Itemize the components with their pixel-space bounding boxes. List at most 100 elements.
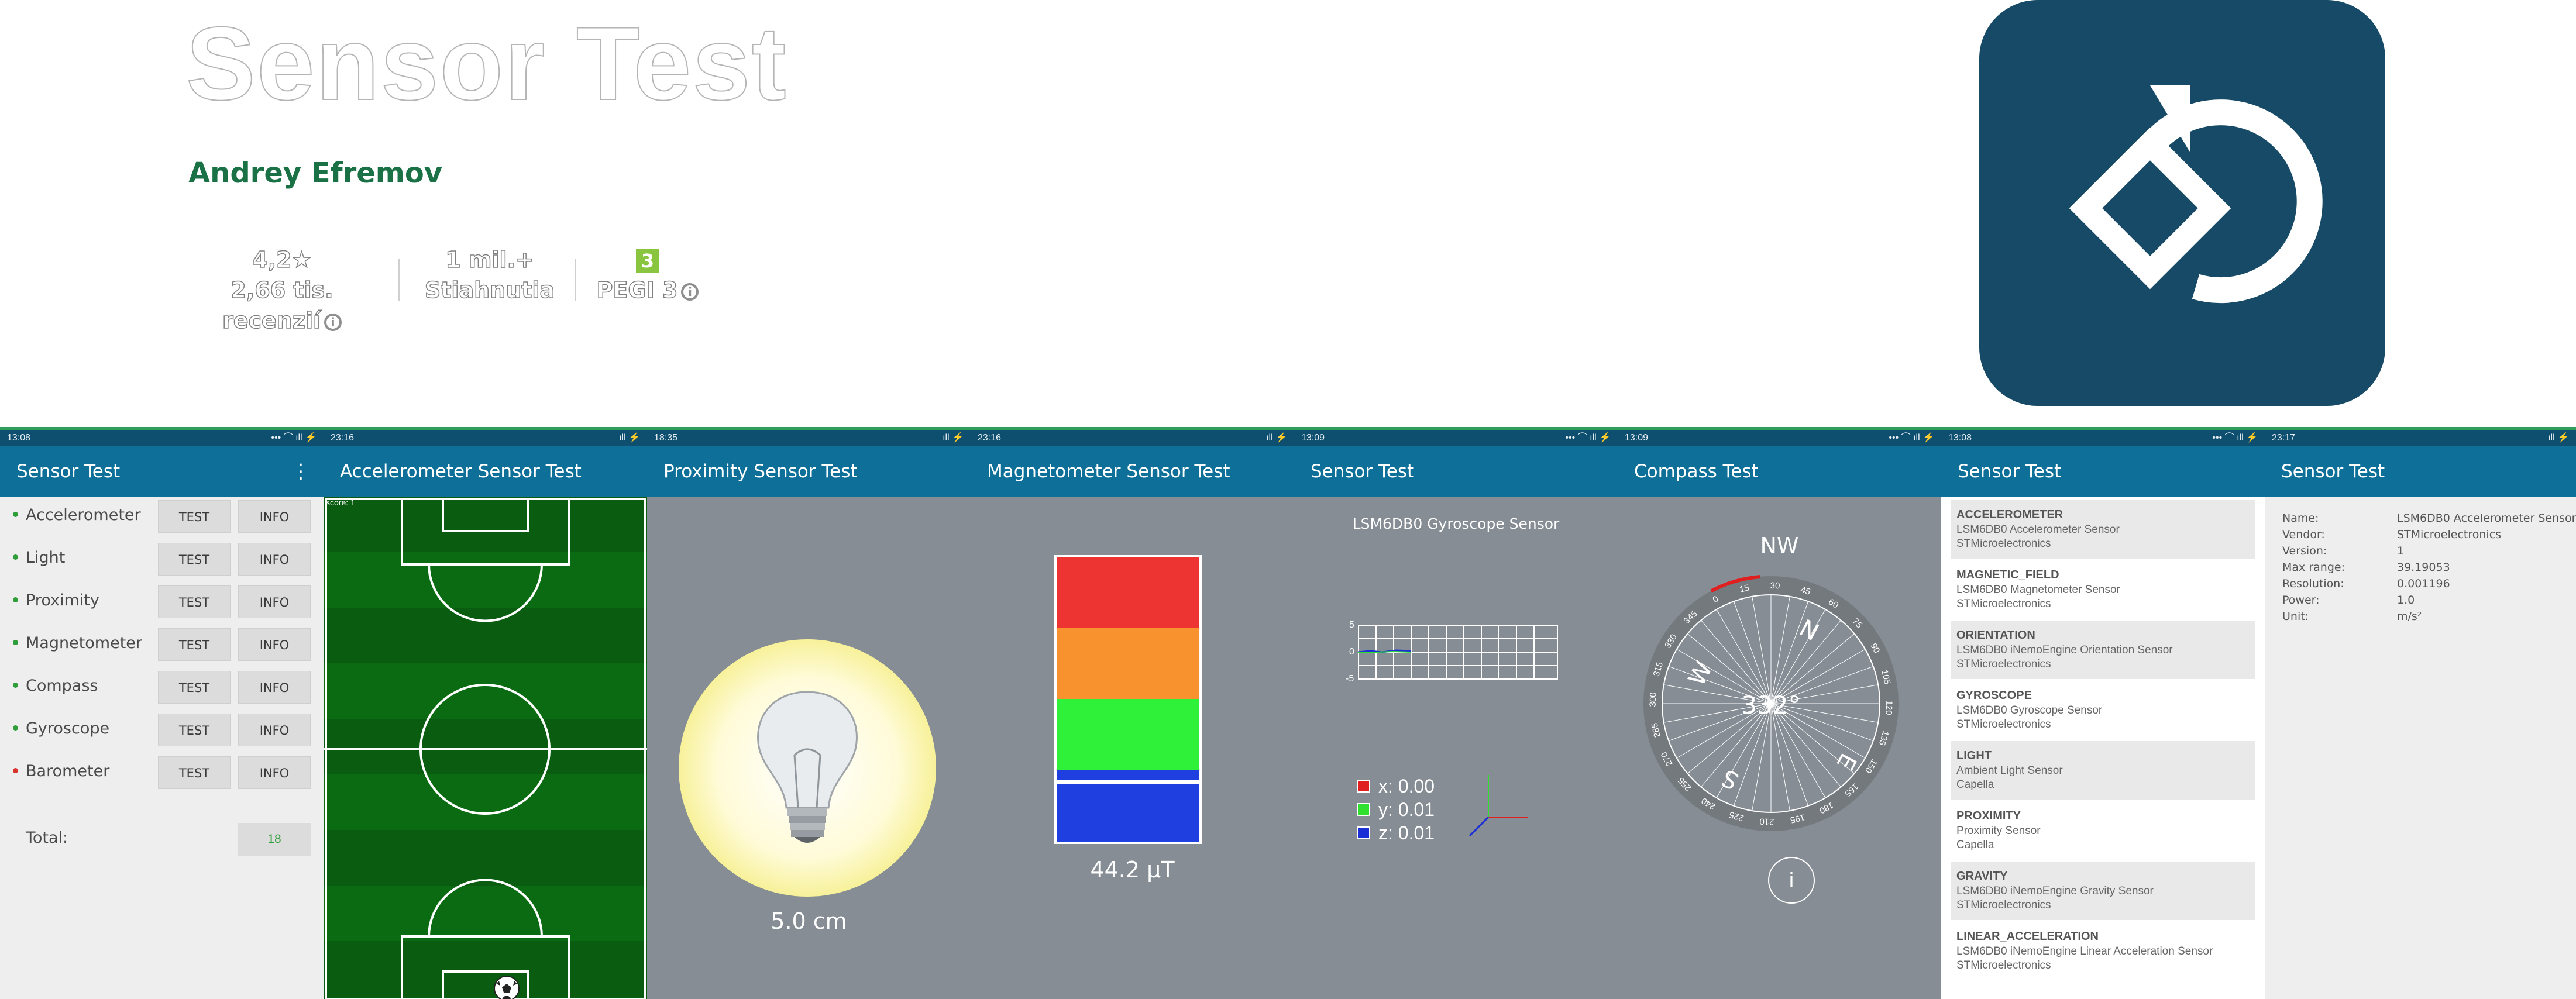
downloads-stat: 1 mil.+ Stiahnutia [419, 244, 560, 305]
screenshot-sensor-info: 23:17 ıll ⚡ Sensor Test Name: LSM6DB0 Acce… [2265, 430, 2576, 999]
sensor-name: Light [26, 549, 66, 567]
downloads-label: Stiahnutia [424, 277, 555, 304]
info-icon[interactable]: i [1768, 857, 1815, 904]
status-bar: 13:09 ••• ⌒ ıll ⚡ [1294, 430, 1618, 446]
test-button[interactable]: TEST [158, 756, 231, 789]
status-dot [13, 597, 18, 602]
sensor-card[interactable]: ACCELEROMETER LSM6DB0 Accelerometer Senso… [1951, 500, 2255, 559]
gyro-graph: 5 0 -5 [1346, 620, 1558, 684]
sensor-description: Ambient Light Sensor [1956, 764, 2063, 777]
total-label: Total: [26, 829, 68, 847]
test-button[interactable]: TEST [158, 714, 231, 746]
sensor-row: Light TEST INFO [0, 540, 324, 576]
app-bar: Accelerometer Sensor Test [324, 446, 647, 497]
axes-icon [1468, 775, 1528, 837]
info-button[interactable]: INFO [238, 628, 311, 661]
y-color-swatch [1357, 803, 1370, 816]
sensor-card[interactable]: GRAVITY LSM6DB0 iNemoEngine Gravity Senso… [1951, 862, 2255, 920]
app-bar: Magnetometer Sensor Test [971, 446, 1294, 497]
status-dot [13, 768, 18, 773]
info-icon[interactable]: i [324, 313, 342, 331]
app-bar: Sensor Test ⋮ [0, 446, 324, 497]
pegi-stat[interactable]: 3 PEGI 3i [592, 244, 703, 305]
sensor-type: GRAVITY [1956, 870, 2008, 883]
info-button[interactable]: INFO [238, 543, 311, 576]
info-value: LSM6DB0 Accelerometer Sensor [2397, 512, 2576, 525]
compass-view: NW 0 15 30 45 60 75 90 105 120 135 150 165 180 195 210… [1618, 497, 1941, 999]
sensor-card[interactable]: ORIENTATION LSM6DB0 iNemoEngine Orientati… [1951, 621, 2255, 679]
sensor-row: Gyroscope TEST INFO [0, 711, 324, 746]
sensor-vendor: STMicroelectronics [1956, 658, 2051, 670]
test-button[interactable]: TEST [158, 500, 231, 533]
info-value: STMicroelectronics [2397, 528, 2502, 541]
info-button[interactable]: INFO [238, 671, 311, 704]
sensor-vendor: Capella [1956, 839, 1994, 851]
info-key: Unit: [2282, 610, 2309, 623]
developer-link[interactable]: Andrey Efremov [188, 157, 442, 190]
compass-heading: 332° [1741, 691, 1801, 719]
sensor-card[interactable]: LINEAR_ACCELERATION LSM6DB0 iNemoEngine L… [1951, 922, 2255, 980]
status-bar: 18:35 ıll ⚡ [647, 430, 971, 446]
sensor-card[interactable]: PROXIMITY Proximity Sensor Capella [1951, 801, 2255, 860]
info-button[interactable]: INFO [238, 585, 311, 618]
status-bar: 23:16 ıll ⚡ [324, 430, 647, 446]
info-key: Version: [2282, 545, 2327, 557]
app-icon [1979, 0, 2385, 406]
sensor-cards: ACCELEROMETER LSM6DB0 Accelerometer Senso… [1941, 497, 2265, 999]
test-button[interactable]: TEST [158, 585, 231, 618]
sensor-card[interactable]: MAGNETIC_FIELD LSM6DB0 Magnetometer Senso… [1951, 560, 2255, 619]
status-bar: 13:09 ••• ⌒ ıll ⚡ [1618, 430, 1941, 446]
test-button[interactable]: TEST [158, 543, 231, 576]
status-dot [13, 554, 18, 560]
sensor-row: Compass TEST INFO [0, 669, 324, 704]
sensor-type: GYROSCOPE [1956, 689, 2032, 702]
sensor-vendor: STMicroelectronics [1956, 959, 2051, 972]
score-text: score: 1 [326, 498, 355, 507]
sensor-vendor: STMicroelectronics [1956, 899, 2051, 911]
magnetometer-view: 44.2 μT [971, 497, 1294, 999]
sensor-row: Barometer TEST INFO [0, 754, 324, 789]
info-value: 39.19053 [2397, 561, 2450, 574]
screenshot-proximity: 18:35 ıll ⚡ Proximity Sensor Test 5.0 cm [647, 430, 971, 999]
sensor-description: LSM6DB0 iNemoEngine Gravity Sensor [1956, 885, 2154, 897]
rotate-icon [2069, 85, 2323, 304]
sensor-card[interactable]: GYROSCOPE LSM6DB0 Gyroscope Sensor STMicro… [1951, 681, 2255, 739]
proximity-view: 5.0 cm [647, 497, 971, 999]
app-bar: Sensor Test [1294, 446, 1618, 497]
screenshot-gyroscope: 13:09 ••• ⌒ ıll ⚡ Sensor Test LSM6DB0 Gyr… [1294, 430, 1618, 999]
sensor-description: LSM6DB0 Gyroscope Sensor [1956, 704, 2103, 716]
info-icon[interactable]: i [681, 283, 699, 301]
more-menu-icon[interactable]: ⋮ [291, 446, 311, 497]
app-bar: Compass Test [1618, 446, 1941, 497]
magnetometer-value: 44.2 μT [1090, 857, 1175, 883]
field-strength-bar [1054, 555, 1202, 844]
screenshot-sensor-list: 13:08 ••• ⌒ ıll ⚡ Sensor Test ACCELEROMET… [1941, 430, 2265, 999]
x-color-swatch [1357, 780, 1370, 793]
info-key: Resolution: [2282, 577, 2344, 590]
info-button[interactable]: INFO [238, 714, 311, 746]
info-button[interactable]: INFO [238, 756, 311, 789]
x-value: x: 0.00 [1378, 776, 1435, 797]
sensor-card[interactable]: LIGHT Ambient Light Sensor Capella [1951, 741, 2255, 800]
sensor-name: Magnetometer [26, 634, 143, 652]
soccer-field: score: 1 [324, 497, 647, 999]
sensor-description: LSM6DB0 Magnetometer Sensor [1956, 584, 2120, 596]
test-button[interactable]: TEST [158, 671, 231, 704]
info-key: Name: [2282, 512, 2319, 525]
status-bar: 13:08 ••• ⌒ ıll ⚡ [1941, 430, 2265, 446]
rating-value: 4,2★ [252, 246, 312, 273]
rating-stat[interactable]: 4,2★ 2,66 tis. recenzií i [188, 244, 376, 336]
sensor-vendor: STMicroelectronics [1956, 538, 2051, 550]
app-title: Sensor Test [185, 5, 787, 122]
info-key: Vendor: [2282, 528, 2325, 541]
sensor-name: Compass [26, 677, 98, 695]
test-button[interactable]: TEST [158, 628, 231, 661]
sensor-info-view: Name: LSM6DB0 Accelerometer Sensor Vendor:… [2265, 497, 2576, 999]
status-bar: 23:16 ıll ⚡ [971, 430, 1294, 446]
tick-label: -5 [1346, 674, 1354, 684]
status-bar: 23:17 ıll ⚡ [2265, 430, 2576, 446]
info-button[interactable]: INFO [238, 500, 311, 533]
info-key: Power: [2282, 594, 2320, 607]
info-value: 1.0 [2397, 594, 2415, 607]
sensor-name: LSM6DB0 Gyroscope Sensor [1352, 515, 1560, 532]
